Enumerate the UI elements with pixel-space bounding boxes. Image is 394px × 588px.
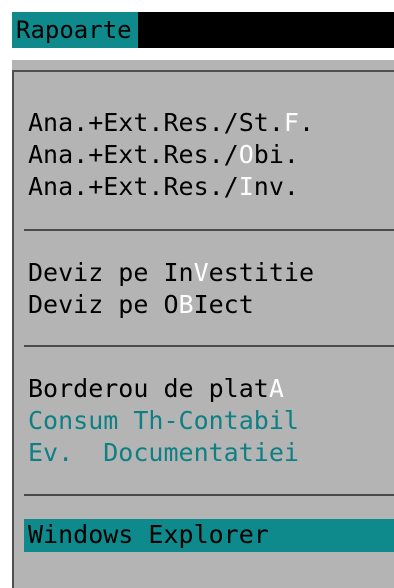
menu-item-label: bi. xyxy=(253,140,299,169)
hotkey-letter: I xyxy=(238,172,254,201)
menu-item-ev-documentatiei: Ev. Documentatiei xyxy=(28,438,299,467)
menu-item-label: Iect xyxy=(193,290,254,319)
menu-item-label: Ana.+Ext.Res./ xyxy=(28,172,239,201)
menu-item-label: Ana.+Ext.Res./St. xyxy=(28,108,284,137)
menu-item-label: . xyxy=(298,108,314,137)
menu-separator xyxy=(24,494,394,496)
hotkey-letter: O xyxy=(238,140,254,169)
menu-item-deviz-obiect[interactable]: Deviz pe OBIect xyxy=(28,289,254,320)
hotkey-letter: B xyxy=(178,290,194,319)
reports-menu: Rapoarte Ana.+Ext.Res./St.F. Ana.+Ext.Re… xyxy=(0,0,394,588)
hotkey-letter: V xyxy=(193,258,209,287)
menu-item-borderou-plata[interactable]: Borderou de platA xyxy=(28,373,284,404)
menu-separator xyxy=(24,229,394,231)
menu-item-ana-ext-res-inv[interactable]: Ana.+Ext.Res./Inv. xyxy=(28,171,299,202)
menu-item-consum-th-contabil: Consum Th-Contabil xyxy=(28,406,299,435)
menu-item-label: Deviz pe O xyxy=(28,290,179,319)
panel-top-border xyxy=(12,70,394,72)
menu-panel: Ana.+Ext.Res./St.F. Ana.+Ext.Res./Obi. A… xyxy=(12,60,394,588)
menu-separator xyxy=(24,345,394,347)
menu-title-bar: Rapoarte xyxy=(12,12,394,48)
menu-item-ana-ext-res-obi[interactable]: Ana.+Ext.Res./Obi. xyxy=(28,139,299,170)
menu-item-label: estitie xyxy=(208,258,314,287)
menu-title: Rapoarte xyxy=(12,12,138,48)
menu-item-ana-ext-res-st-f[interactable]: Ana.+Ext.Res./St.F. xyxy=(28,107,314,138)
menu-item-label: Borderou de plat xyxy=(28,374,269,403)
panel-left-border xyxy=(12,70,14,588)
menu-item-label: nv. xyxy=(253,172,299,201)
menu-item-label: Deviz pe In xyxy=(28,258,194,287)
hotkey-letter: A xyxy=(268,374,284,403)
menu-item-windows-explorer[interactable]: Windows Explorer xyxy=(24,519,394,552)
menu-item-label: Ana.+Ext.Res./ xyxy=(28,140,239,169)
menu-item-deviz-investitie[interactable]: Deviz pe InVestitie xyxy=(28,257,314,288)
hotkey-letter: F xyxy=(283,108,299,137)
